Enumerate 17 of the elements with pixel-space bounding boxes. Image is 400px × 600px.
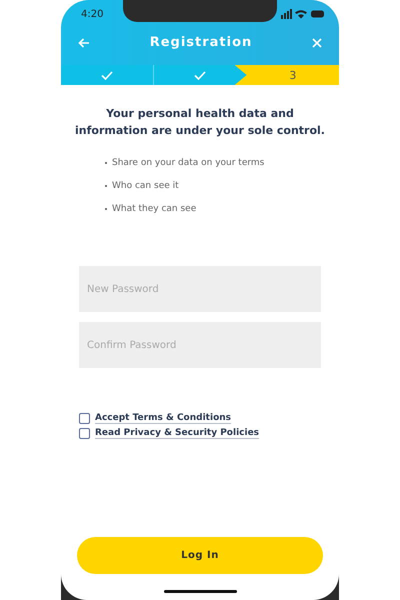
password-field[interactable]: New Password (79, 266, 321, 312)
status-icons (281, 9, 325, 19)
agreement-link[interactable]: Read Privacy & Security Policies (95, 428, 260, 439)
checkbox[interactable] (79, 413, 90, 424)
log-in-button[interactable]: Log In (77, 537, 323, 574)
check-icon (101, 70, 114, 80)
check-icon (194, 70, 206, 80)
intro-heading: Your personal health data and information are under your sole control. (74, 106, 326, 139)
status-time: 4:20 (81, 8, 104, 20)
bullet-text: What they can see (112, 203, 196, 216)
bullet-text: Who can see it (112, 180, 179, 193)
password-field[interactable]: Confirm Password (79, 322, 321, 368)
current-step: 3 (234, 65, 339, 85)
agreement-link[interactable]: Accept Terms & Conditions (95, 413, 232, 424)
screen-title: Registration (150, 35, 252, 50)
checkbox[interactable] (79, 428, 90, 439)
bullet-text: Share on your data on your terms (112, 157, 264, 170)
